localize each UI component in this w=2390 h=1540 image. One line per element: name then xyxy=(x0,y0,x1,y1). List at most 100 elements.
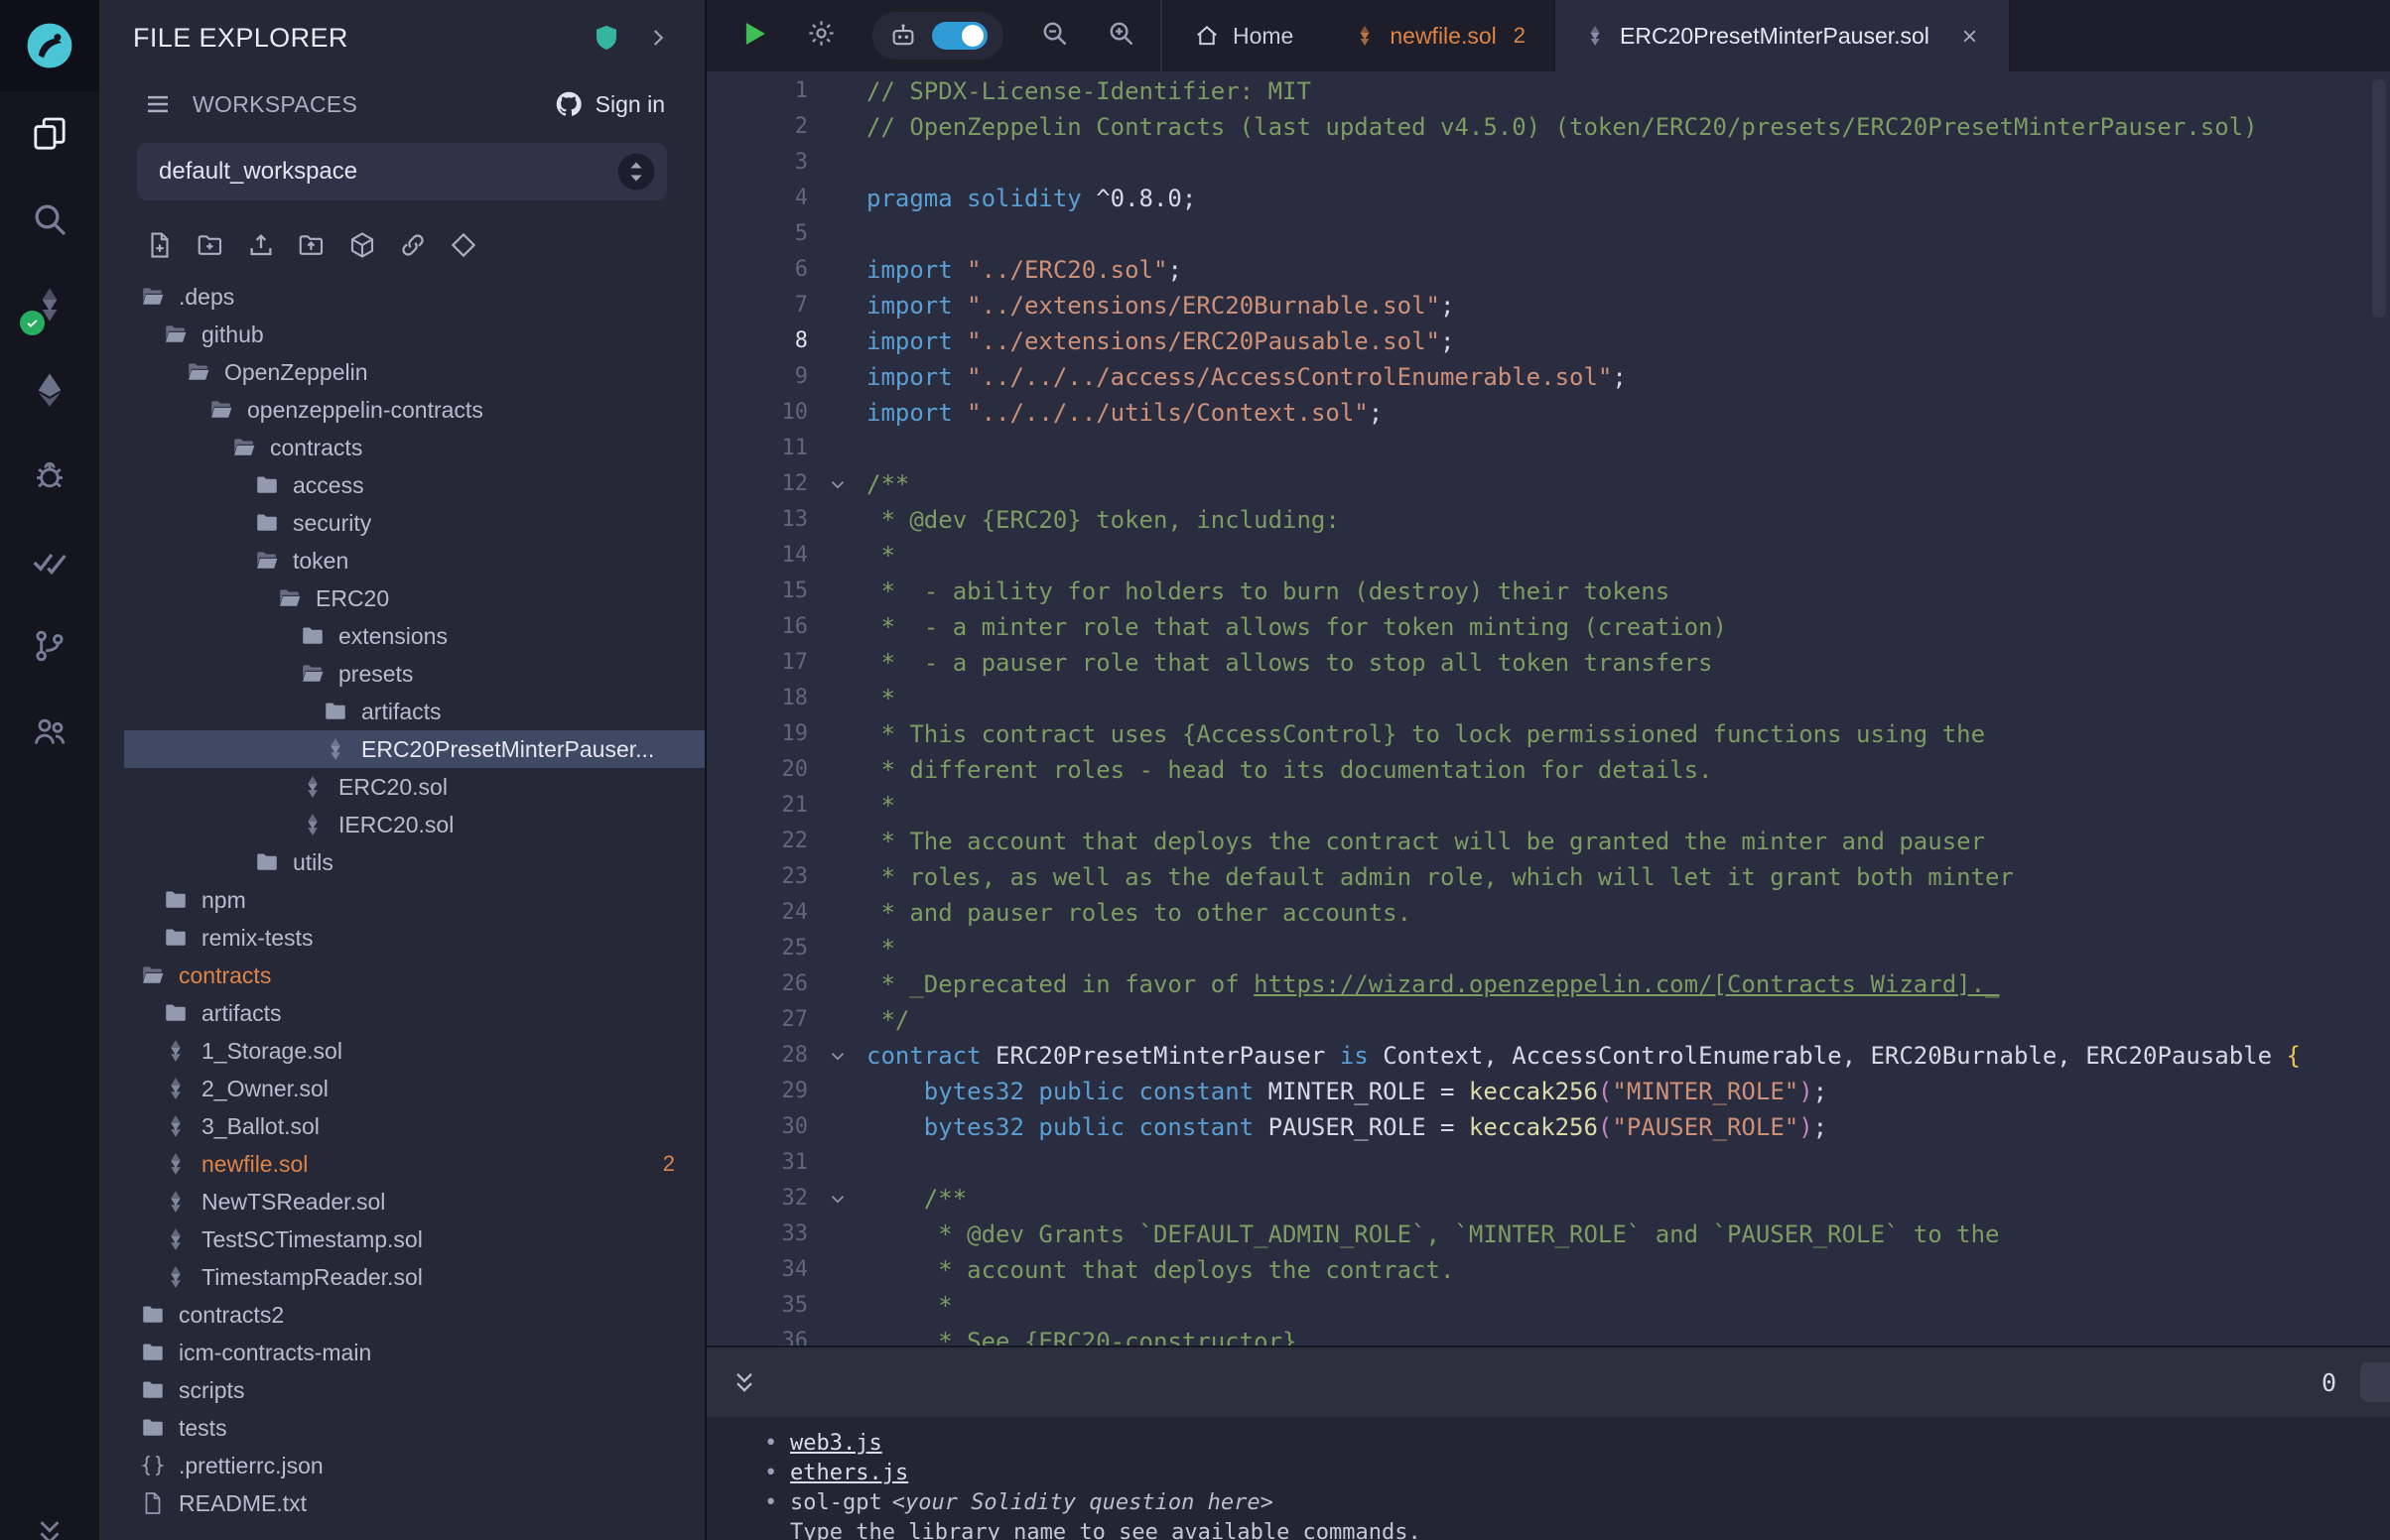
code-line: 29 bytes32 public constant MINTER_ROLE =… xyxy=(707,1074,2390,1109)
hamburger-menu-icon[interactable] xyxy=(143,89,173,119)
fold-slot xyxy=(808,609,866,645)
remix-logo[interactable] xyxy=(0,0,99,91)
terminal-entry: • ethers.js xyxy=(764,1459,2390,1488)
tree-item[interactable]: 2_Owner.sol xyxy=(99,1070,705,1107)
chevron-right-icon[interactable] xyxy=(645,25,671,51)
tree-item[interactable]: .prettierrc.json xyxy=(99,1447,705,1484)
tree-item[interactable]: access xyxy=(99,466,705,504)
tree-item[interactable]: TimestampReader.sol xyxy=(99,1258,705,1296)
tree-item[interactable]: OpenZeppelin xyxy=(99,353,705,391)
rail-item-unit-testing[interactable] xyxy=(0,518,99,603)
solidity-icon xyxy=(300,812,326,837)
fold-slot xyxy=(808,538,866,574)
code-editor[interactable]: 1 // SPDX-License-Identifier: MIT 2 // O… xyxy=(707,71,2390,1346)
terminal-entry-text: Type the library name to see available c… xyxy=(790,1518,1421,1540)
folder-closed-icon xyxy=(254,849,280,875)
new-folder-button[interactable] xyxy=(196,230,225,260)
tree-item[interactable]: IERC20.sol xyxy=(99,806,705,843)
fold-icon[interactable] xyxy=(808,466,866,502)
solidity-icon xyxy=(1583,24,1607,48)
tree-item[interactable]: ERC20.sol xyxy=(99,768,705,806)
tree-item[interactable]: icm-contracts-main xyxy=(99,1334,705,1371)
tab-erc20-preset-minter-pauser-sol[interactable]: ERC20PresetMinterPauser.sol xyxy=(1555,0,2011,71)
rail-item-search[interactable] xyxy=(0,177,99,262)
link-button[interactable] xyxy=(398,230,428,260)
tree-item[interactable]: artifacts xyxy=(99,994,705,1032)
fold-icon[interactable] xyxy=(808,1181,866,1217)
settings-gear-button[interactable] xyxy=(806,18,837,54)
ai-copilot-toggle[interactable] xyxy=(932,22,988,50)
terminal-expand-button[interactable] xyxy=(730,1368,758,1396)
code-text: * and pauser roles to other accounts. xyxy=(866,895,1411,931)
code-text: * _Deprecated in favor of https://wizard… xyxy=(866,966,2000,1002)
tree-item[interactable]: presets xyxy=(99,655,705,693)
tab-home[interactable]: Home xyxy=(1162,0,1325,71)
tree-item-label: newfile.sol xyxy=(201,1151,308,1178)
rail-item-git[interactable] xyxy=(0,603,99,689)
tree-item[interactable]: newfile.sol 2 xyxy=(99,1145,705,1183)
tab-newfile-sol[interactable]: newfile.sol 2 xyxy=(1325,0,1555,71)
tree-item[interactable]: .deps xyxy=(99,278,705,316)
tree-item[interactable]: contracts xyxy=(99,957,705,994)
rail-item-solidity-compiler[interactable] xyxy=(0,262,99,347)
rail-item-debugger[interactable] xyxy=(0,433,99,518)
zoom-in-button[interactable] xyxy=(1106,18,1136,54)
tree-item[interactable]: npm xyxy=(99,881,705,919)
folder-closed-icon xyxy=(140,1377,166,1403)
cube-icon xyxy=(347,230,377,260)
code-text: * See {ERC20-constructor}. xyxy=(866,1324,1311,1346)
workspaces-label: WORKSPACES xyxy=(193,91,357,118)
tree-item-label: README.txt xyxy=(179,1490,307,1517)
tree-item[interactable]: openzeppelin-contracts xyxy=(99,391,705,429)
line-number: 14 xyxy=(707,538,808,574)
tree-item[interactable]: utils xyxy=(99,843,705,881)
tree-item[interactable]: ERC20 xyxy=(99,579,705,617)
rail-item-deploy-run[interactable] xyxy=(0,347,99,433)
tree-item[interactable]: security xyxy=(99,504,705,542)
tree-item[interactable]: 3_Ballot.sol xyxy=(99,1107,705,1145)
upload-folder-button[interactable] xyxy=(297,230,327,260)
zoom-out-button[interactable] xyxy=(1039,18,1070,54)
cube-button[interactable] xyxy=(347,230,377,260)
tree-item[interactable]: 1_Storage.sol xyxy=(99,1032,705,1070)
terminal-link[interactable]: ethers.js xyxy=(790,1461,908,1485)
diamond-button[interactable] xyxy=(449,230,478,260)
tree-item-label: 1_Storage.sol xyxy=(201,1038,342,1065)
tree-item[interactable]: extensions xyxy=(99,617,705,655)
tree-item[interactable]: contracts2 xyxy=(99,1296,705,1334)
code-line: 34 * account that deploys the contract. xyxy=(707,1252,2390,1288)
tree-item[interactable]: token xyxy=(99,542,705,579)
tree-item[interactable]: contracts xyxy=(99,429,705,466)
solidity-icon xyxy=(163,1151,189,1177)
new-file-button[interactable] xyxy=(145,230,175,260)
rail-items xyxy=(0,91,99,774)
upload-file-button[interactable] xyxy=(246,230,276,260)
tree-item[interactable]: tests xyxy=(99,1409,705,1447)
tree-item-label: 3_Ballot.sol xyxy=(201,1113,320,1140)
tree-item[interactable]: README.txt xyxy=(99,1484,705,1522)
tree-item[interactable]: TestSCTimestamp.sol xyxy=(99,1220,705,1258)
rail-item-file-explorer[interactable] xyxy=(0,91,99,177)
unit-testing-icon xyxy=(30,541,69,580)
fold-icon[interactable] xyxy=(808,1038,866,1074)
rail-more-button[interactable] xyxy=(33,1515,66,1540)
search-icon xyxy=(30,199,69,239)
tree-item[interactable]: scripts xyxy=(99,1371,705,1409)
tree-item-label: contracts xyxy=(179,962,271,989)
workspace-select[interactable]: default_workspace xyxy=(137,143,667,200)
tree-item[interactable]: ERC20PresetMinterPauser... xyxy=(99,730,705,768)
terminal-link[interactable]: web3.js xyxy=(790,1431,882,1456)
tree-item[interactable]: NewTSReader.sol xyxy=(99,1183,705,1220)
run-script-button[interactable] xyxy=(736,17,770,56)
code-text: // OpenZeppelin Contracts (last updated … xyxy=(866,109,2258,145)
tree-item[interactable]: remix-tests xyxy=(99,919,705,957)
tree-item[interactable]: artifacts xyxy=(99,693,705,730)
terminal-corner-box[interactable] xyxy=(2360,1362,2390,1402)
close-icon[interactable] xyxy=(1958,25,1981,48)
rail-item-plugin-manager[interactable] xyxy=(0,689,99,774)
sign-in-button[interactable]: Sign in xyxy=(554,89,665,119)
tree-item-label: .deps xyxy=(179,284,234,311)
fold-slot xyxy=(808,431,866,466)
tree-item[interactable]: github xyxy=(99,316,705,353)
line-number: 1 xyxy=(707,73,808,109)
